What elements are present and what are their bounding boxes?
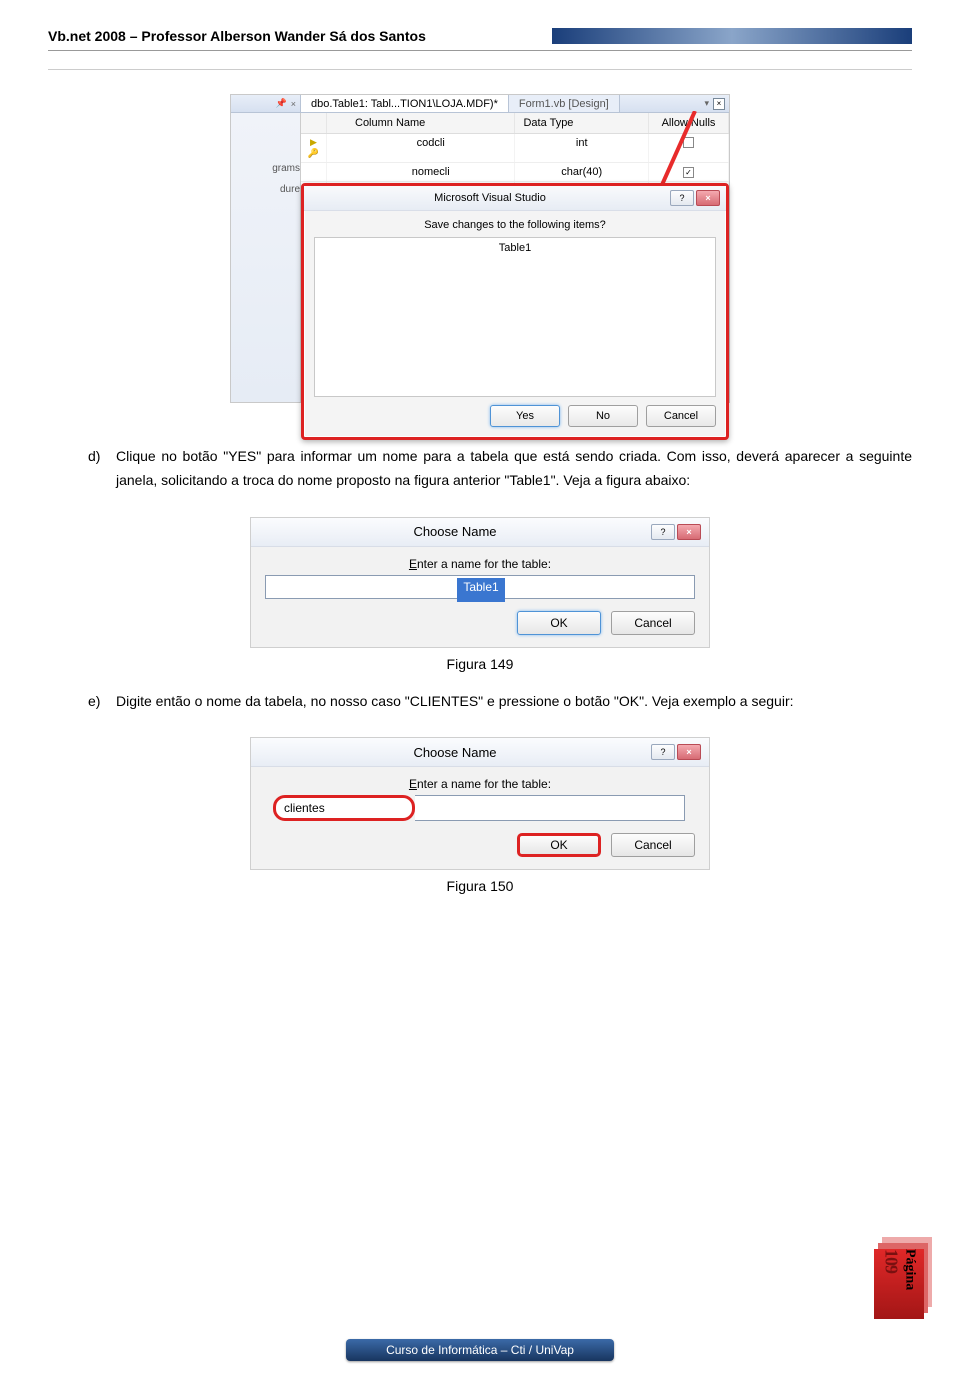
left-toolbox: grams dure [231, 113, 301, 402]
close-icon[interactable]: × [677, 524, 701, 540]
pin-icon[interactable]: 📌 [276, 98, 287, 109]
figure-caption-150: Figura 150 [48, 878, 912, 894]
name-label: Enter a name for the table: [265, 557, 695, 571]
help-icon[interactable]: ? [651, 744, 675, 760]
help-icon[interactable]: ? [651, 524, 675, 540]
cell-name[interactable]: nomecli [327, 163, 515, 181]
help-icon[interactable]: ? [670, 190, 694, 206]
primary-key-icon: ▶🔑 [308, 137, 319, 159]
left-item-2: dure [235, 184, 300, 195]
paragraph-e: Digite então o nome da tabela, no nosso … [116, 690, 912, 714]
cancel-button[interactable]: Cancel [611, 611, 695, 635]
tabs-dropdown-icon[interactable]: ▾ [704, 98, 709, 109]
page-number-badge: Página 109 [874, 1249, 924, 1319]
paragraph-d: Clique no botão "YES" para informar um n… [116, 445, 912, 493]
dialog-prompt: Save changes to the following items? [304, 211, 726, 235]
tab-form-design[interactable]: Form1.vb [Design] [509, 95, 620, 112]
cell-name[interactable]: codcli [327, 134, 515, 162]
close-icon[interactable]: × [677, 744, 701, 760]
yes-button[interactable]: Yes [490, 405, 560, 427]
page-number: 109 [882, 1249, 902, 1273]
choose-name-dialog-1: Choose Name ? × Enter a name for the tab… [250, 517, 710, 648]
no-button[interactable]: No [568, 405, 638, 427]
footer-text: Curso de Informática – Cti / UniVap [346, 1339, 614, 1361]
col-header-name: Column Name [327, 113, 515, 133]
left-item-1: grams [235, 163, 300, 174]
tabs-close-icon[interactable]: × [713, 98, 725, 110]
name-label: Enter a name for the table: [265, 777, 695, 791]
list-item[interactable]: Table1 [321, 242, 709, 254]
dialog-item-list[interactable]: Table1 [314, 237, 716, 397]
ok-button[interactable]: OK [517, 833, 601, 857]
header-stripe [552, 28, 912, 44]
list-marker-d: d) [88, 445, 116, 493]
figure-caption-149: Figura 149 [48, 656, 912, 672]
dialog-title: Choose Name [259, 524, 651, 539]
table-name-input[interactable]: Table1 [265, 575, 695, 599]
save-changes-dialog: Microsoft Visual Studio ? × Save changes… [301, 183, 729, 440]
close-icon[interactable]: × [696, 190, 720, 206]
dialog-title: Choose Name [259, 745, 651, 760]
page-label: Página [903, 1249, 918, 1290]
table-name-input-highlight[interactable] [273, 795, 415, 821]
panel-close-icon[interactable]: × [291, 99, 296, 109]
ok-button[interactable]: OK [517, 611, 601, 635]
list-marker-e: e) [88, 690, 116, 714]
cancel-button[interactable]: Cancel [611, 833, 695, 857]
page-header: Vb.net 2008 – Professor Alberson Wander … [0, 0, 960, 70]
header-rule [48, 50, 912, 51]
choose-name-dialog-2: Choose Name ? × Enter a name for the tab… [250, 737, 710, 870]
tab-table-designer[interactable]: dbo.Table1: Tabl...TION1\LOJA.MDF)* [301, 95, 509, 112]
dialog-title: Microsoft Visual Studio [310, 192, 670, 204]
table-name-input[interactable] [284, 798, 404, 818]
header-title: Vb.net 2008 – Professor Alberson Wander … [48, 28, 544, 44]
cancel-button[interactable]: Cancel [646, 405, 716, 427]
vs-screenshot: 📌 × dbo.Table1: Tabl...TION1\LOJA.MDF)* … [230, 94, 730, 403]
